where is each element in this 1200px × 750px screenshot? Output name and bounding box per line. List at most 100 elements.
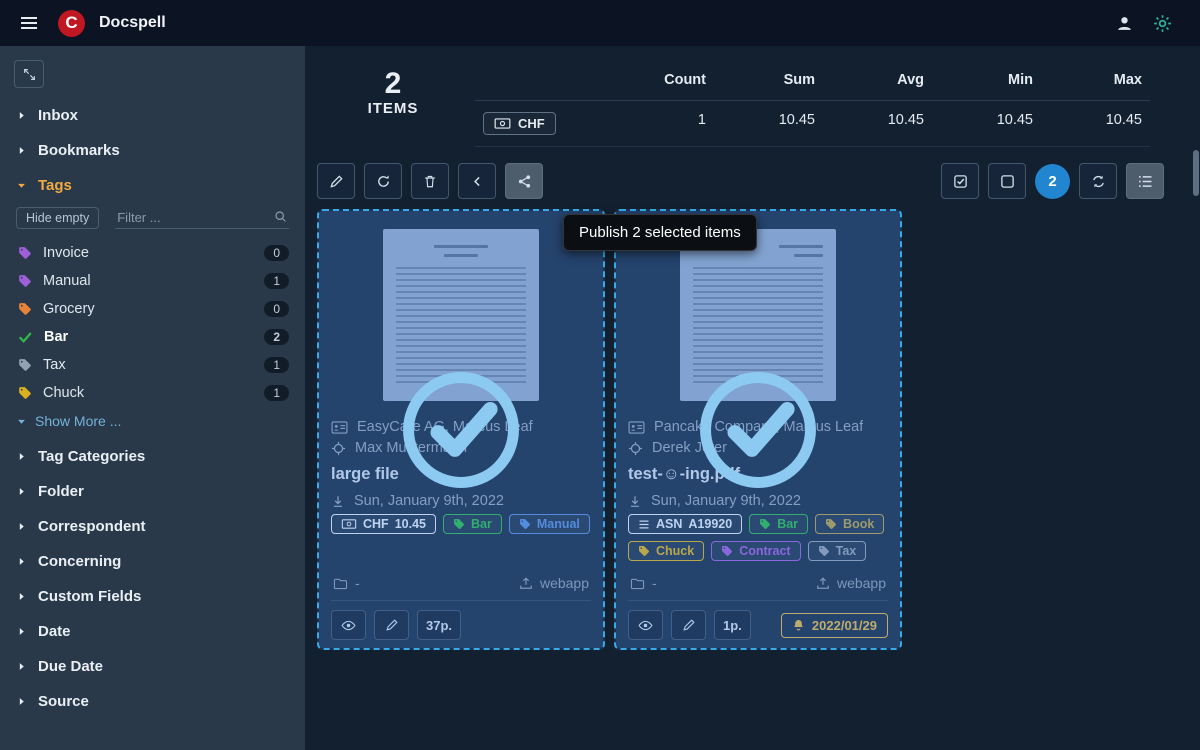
select-all-button[interactable] bbox=[941, 163, 979, 199]
document-thumbnail[interactable] bbox=[383, 229, 539, 401]
tag-badge-contract[interactable]: Contract bbox=[711, 541, 800, 561]
item-title[interactable]: test-☺-ing.pdf bbox=[628, 459, 888, 491]
main-content: 2 ITEMS Count Sum Avg Min Max CHF 1 10.4… bbox=[305, 46, 1200, 750]
collapse-sidebar-button[interactable] bbox=[14, 60, 44, 88]
sidebar-item-due-date[interactable]: Due Date bbox=[0, 649, 305, 684]
upload-icon bbox=[519, 576, 533, 590]
chevron-right-icon bbox=[16, 591, 27, 602]
item-title[interactable]: large file bbox=[331, 459, 591, 491]
source-value: webapp bbox=[837, 575, 886, 591]
delete-button[interactable] bbox=[411, 163, 449, 199]
tag-badge-tax[interactable]: Tax bbox=[808, 541, 867, 561]
tag-icon bbox=[18, 302, 32, 316]
item-card-test-ing[interactable]: Pancake Company, Marcus Leaf Derek Jeter… bbox=[614, 209, 902, 650]
sidebar-item-folder[interactable]: Folder bbox=[0, 474, 305, 509]
tag-badge-bar[interactable]: Bar bbox=[749, 514, 808, 534]
tag-badge-manual[interactable]: Manual bbox=[509, 514, 590, 534]
tag-badge-book[interactable]: Book bbox=[815, 514, 884, 534]
sidebar-item-label: Due Date bbox=[38, 658, 103, 675]
folder-icon bbox=[333, 577, 348, 590]
concerning-text: Max Mustermann bbox=[355, 440, 467, 456]
sidebar-item-bookmarks[interactable]: Bookmarks bbox=[0, 133, 305, 168]
tag-icon bbox=[18, 246, 32, 260]
preview-button[interactable] bbox=[628, 610, 663, 640]
menu-icon[interactable] bbox=[14, 8, 44, 38]
tag-item-invoice[interactable]: Invoice 0 bbox=[0, 239, 305, 267]
sidebar-item-tags[interactable]: Tags bbox=[0, 168, 305, 203]
tag-icon bbox=[18, 386, 32, 400]
sidebar-item-tag-categories[interactable]: Tag Categories bbox=[0, 439, 305, 474]
hide-empty-toggle[interactable]: Hide empty bbox=[16, 207, 99, 229]
tag-item-chuck[interactable]: Chuck 1 bbox=[0, 379, 305, 407]
tag-name: Grocery bbox=[43, 301, 95, 317]
chevron-right-icon bbox=[16, 451, 27, 462]
tag-badge-bar[interactable]: Bar bbox=[443, 514, 502, 534]
user-icon[interactable] bbox=[1116, 15, 1133, 32]
list-icon bbox=[638, 519, 650, 530]
tag-filter-input[interactable] bbox=[115, 207, 289, 229]
sidebar-item-source[interactable]: Source bbox=[0, 684, 305, 719]
currency-badge: CHF bbox=[483, 112, 556, 135]
tag-item-manual[interactable]: Manual 1 bbox=[0, 267, 305, 295]
tag-count-badge: 1 bbox=[264, 273, 289, 289]
tag-name: Invoice bbox=[43, 245, 89, 261]
correspondent-icon bbox=[331, 421, 348, 434]
settings-gear-icon[interactable] bbox=[1153, 14, 1172, 33]
chevron-right-icon bbox=[16, 556, 27, 567]
money-icon bbox=[494, 118, 511, 129]
preview-button[interactable] bbox=[331, 610, 366, 640]
tag-item-tax[interactable]: Tax 1 bbox=[0, 351, 305, 379]
sidebar-item-label: Tag Categories bbox=[38, 448, 145, 465]
back-button[interactable] bbox=[458, 163, 496, 199]
folder-icon bbox=[630, 577, 645, 590]
refresh-selection-button[interactable] bbox=[1079, 163, 1117, 199]
tag-name: Bar bbox=[44, 329, 68, 345]
stats-value: 10.45 bbox=[1041, 101, 1150, 147]
stats-value: 10.45 bbox=[932, 101, 1041, 147]
stats-header: Sum bbox=[714, 64, 823, 101]
tag-icon bbox=[825, 518, 837, 530]
deselect-all-button[interactable] bbox=[988, 163, 1026, 199]
show-more-link[interactable]: Show More ... bbox=[0, 407, 305, 439]
asn-badge: ASN A19920 bbox=[628, 514, 742, 534]
document-thumbnail[interactable] bbox=[680, 229, 836, 401]
edit-item-button[interactable] bbox=[374, 610, 409, 640]
stats-value: 10.45 bbox=[823, 101, 932, 147]
sidebar-item-concerning[interactable]: Concerning bbox=[0, 544, 305, 579]
stats-value: 1 bbox=[605, 101, 714, 147]
item-card-large-file[interactable]: EasyCare AG, Marcus Leaf Max Mustermann … bbox=[317, 209, 605, 650]
due-date-badge: 2022/01/29 bbox=[781, 613, 888, 638]
tag-item-grocery[interactable]: Grocery 0 bbox=[0, 295, 305, 323]
sidebar-item-inbox[interactable]: Inbox bbox=[0, 98, 305, 133]
correspondent-icon bbox=[628, 421, 645, 434]
sidebar-item-correspondent[interactable]: Correspondent bbox=[0, 509, 305, 544]
folder-value: - bbox=[355, 575, 360, 591]
item-count-label: ITEMS bbox=[333, 100, 453, 117]
stats-header: Avg bbox=[823, 64, 932, 101]
sidebar-item-label: Concerning bbox=[38, 553, 121, 570]
tag-icon bbox=[519, 518, 531, 530]
folder-value: - bbox=[652, 575, 657, 591]
sidebar-item-label: Date bbox=[38, 623, 71, 640]
tag-badge-chuck[interactable]: Chuck bbox=[628, 541, 704, 561]
scrollbar-thumb[interactable] bbox=[1193, 150, 1199, 196]
tag-item-bar-selected[interactable]: Bar 2 bbox=[0, 323, 305, 351]
chevron-down-icon bbox=[16, 417, 27, 426]
sidebar-item-custom-fields[interactable]: Custom Fields bbox=[0, 579, 305, 614]
tag-icon bbox=[453, 518, 465, 530]
sidebar-item-date[interactable]: Date bbox=[0, 614, 305, 649]
share-button[interactable] bbox=[505, 163, 543, 199]
concerning-icon bbox=[331, 441, 346, 456]
chevron-right-icon bbox=[16, 521, 27, 532]
sidebar-item-label: Custom Fields bbox=[38, 588, 141, 605]
reload-button[interactable] bbox=[364, 163, 402, 199]
stats-value: 10.45 bbox=[714, 101, 823, 147]
list-view-button[interactable] bbox=[1126, 163, 1164, 199]
selected-count-badge: 2 bbox=[1035, 164, 1070, 199]
sidebar: Inbox Bookmarks Tags Hide empty Invoice … bbox=[0, 46, 305, 750]
chevron-down-icon bbox=[16, 181, 27, 190]
edit-button[interactable] bbox=[317, 163, 355, 199]
sidebar-item-label: Bookmarks bbox=[38, 142, 120, 159]
stats-header: Max bbox=[1041, 64, 1150, 101]
edit-item-button[interactable] bbox=[671, 610, 706, 640]
